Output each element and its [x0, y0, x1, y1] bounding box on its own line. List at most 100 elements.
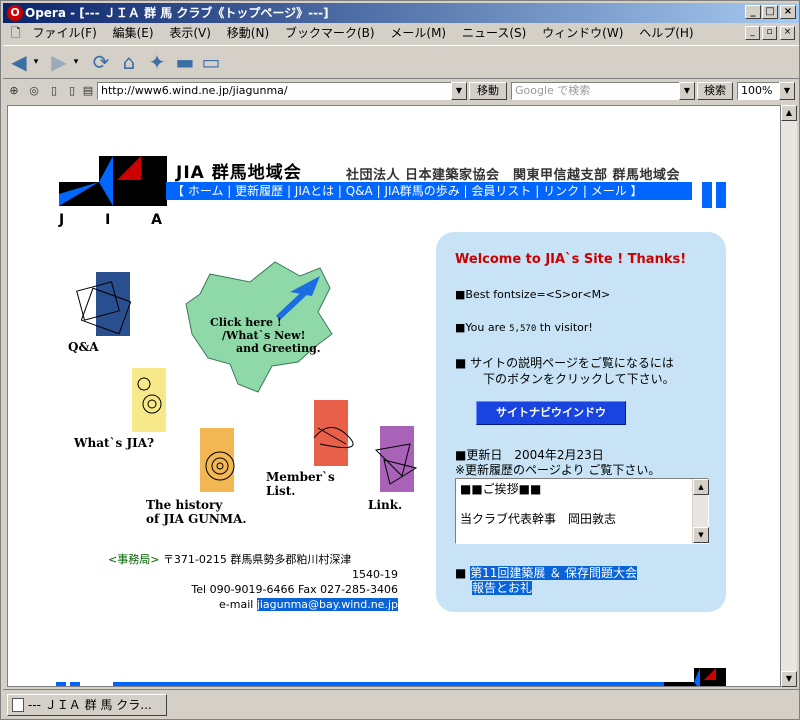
search-button[interactable]: 検索 — [697, 82, 733, 100]
member-label[interactable]: Member`s List. — [266, 470, 335, 498]
logo-text: J I A — [59, 212, 181, 228]
textarea-scrollbar[interactable]: ▲ ▼ — [692, 479, 709, 543]
email-label: e-mail — [219, 598, 254, 611]
page-viewport: J I A JIA 群馬地域会 社団法人 日本建築家協会 関東甲信越支部 群馬地… — [7, 105, 781, 687]
footer-stripe — [56, 682, 66, 686]
footer-logo — [664, 668, 726, 686]
nav-stripe — [716, 182, 726, 208]
footer-bar — [113, 682, 673, 686]
zoom-input[interactable]: 100% — [737, 82, 781, 100]
window-title: Opera - [--- ＪＩＡ 群 馬 クラブ《トップページ》---] — [25, 6, 329, 20]
menu-bookmarks[interactable]: ブックマーク(B) — [279, 23, 381, 43]
close-button[interactable]: × — [780, 5, 796, 19]
welcome-text: Welcome to JIA`s Site ! Thanks! — [455, 252, 687, 267]
go-button[interactable]: 移動 — [469, 82, 507, 100]
document-icon: 🗋 — [11, 26, 21, 40]
scroll-down-icon[interactable]: ▼ — [693, 527, 709, 543]
toolbar: ◀ ▾ ▶ ▾ ⟳ ⌂ ✦ ▬ ▭ — [3, 45, 799, 79]
qa-label[interactable]: Q&A — [68, 340, 99, 354]
forward-menu-icon[interactable]: ▾ — [71, 50, 81, 74]
maximize-button[interactable]: □ — [762, 5, 778, 19]
main-nav[interactable]: 【 ホーム | 更新履歴 | JIAとは | Q&A | JIA群馬の歩み | … — [166, 182, 692, 200]
url-dropdown[interactable]: ▼ — [451, 82, 467, 100]
url-input[interactable]: http://www6.wind.ne.jp/jiagunma/ — [97, 82, 467, 100]
zoom-dropdown[interactable]: ▼ — [779, 82, 795, 100]
visitor-counter: ■You are 5,570 th visitor! — [455, 321, 593, 334]
mdi-close-button[interactable]: × — [780, 26, 795, 40]
visitor-post: th visitor! — [536, 321, 593, 334]
guide-line: 下のボタンをクリックして下さい。 — [483, 372, 675, 386]
footer-stripe — [70, 682, 80, 686]
greeting-line: ■■ご挨拶■■ — [460, 482, 542, 496]
bookmark-icon[interactable]: ▯ — [65, 84, 79, 98]
office-address: 〒371-0215 群馬県勢多郡粕川村深津 — [162, 553, 352, 566]
news-link[interactable]: 第11回建築展 ＆ 保存問題大会 — [470, 566, 638, 580]
site-navi-button[interactable]: サイトナビウインドウ — [476, 401, 626, 425]
mdi-minimize-button[interactable]: _ — [745, 26, 760, 40]
page-info-icon[interactable]: ▤ — [81, 84, 95, 98]
links-link[interactable]: Link. — [366, 426, 426, 516]
email-link[interactable]: jiagunma@bay.wind.ne.jp — [256, 598, 398, 611]
menu-file[interactable]: ファイル(F) — [26, 23, 102, 43]
whatsjia-label[interactable]: What`s JIA? — [74, 436, 154, 450]
opera-icon: O — [7, 5, 23, 21]
history-label-line: The history — [146, 498, 223, 512]
menu-navigate[interactable]: 移動(N) — [221, 23, 275, 43]
menu-edit[interactable]: 編集(E) — [107, 23, 160, 43]
site-title: JIA 群馬地域会 — [176, 163, 302, 183]
news-item[interactable]: ■ 第11回建築展 ＆ 保存問題大会 報告とお礼 — [455, 566, 638, 596]
page-tab-icon — [12, 698, 24, 712]
qa-link[interactable]: Q&A — [68, 270, 138, 356]
save-icon[interactable]: ▭ — [199, 50, 223, 74]
page-tab-label: --- ＪＩＡ 群 馬 クラ... — [28, 698, 152, 712]
cookie-icon[interactable]: ◎ — [27, 84, 41, 98]
menu-mail[interactable]: メール(M) — [384, 23, 452, 43]
office-label: <事務局> — [108, 553, 160, 566]
scroll-down-icon[interactable]: ▼ — [781, 671, 797, 687]
page-scrollbar[interactable]: ▲ ▼ — [781, 105, 797, 687]
page-icon[interactable]: ▯ — [47, 84, 61, 98]
member-link[interactable]: Member`s List. — [266, 400, 356, 500]
map-caption-line: Click here ! — [210, 316, 282, 329]
hotlist-icon[interactable]: ✦ — [145, 50, 169, 74]
jia-logo[interactable]: J I A — [59, 154, 167, 232]
print-icon[interactable]: ▬ — [173, 50, 197, 74]
map-caption-line: and Greeting. — [236, 342, 321, 355]
search-input[interactable]: Google で検索 — [511, 82, 681, 100]
site-subtitle: 社団法人 日本建築家協会 関東甲信越支部 群馬地域会 — [346, 168, 681, 183]
links-label[interactable]: Link. — [368, 498, 402, 512]
security-icon[interactable]: ⊕ — [7, 84, 21, 98]
history-link[interactable]: The history of JIA GUNMA. — [144, 428, 254, 528]
menu-view[interactable]: 表示(V) — [163, 23, 217, 43]
scroll-up-icon[interactable]: ▲ — [693, 479, 709, 495]
updated-note: ※更新履歴のページより ご覧下さい。 — [455, 463, 661, 477]
mdi-restore-button[interactable]: ▫ — [762, 26, 777, 40]
main-nav-links[interactable]: 【 ホーム | 更新履歴 | JIAとは | Q&A | JIA群馬の歩み | … — [172, 184, 643, 198]
office-address-2: 1540-19 — [352, 568, 398, 581]
news-link[interactable]: 報告とお礼 — [472, 581, 533, 595]
minimize-button[interactable]: _ — [745, 5, 761, 19]
greeting-line: 当クラブ代表幹事 岡田敦志 — [460, 512, 617, 526]
home-icon[interactable]: ⌂ — [117, 50, 141, 74]
menu-news[interactable]: ニュース(S) — [456, 23, 532, 43]
address-bar: ⊕ ◎ ▯ ▯ ▤ http://www6.wind.ne.jp/jiagunm… — [3, 80, 799, 102]
greeting-textarea[interactable]: ■■ご挨拶■■ 当クラブ代表幹事 岡田敦志 ▲ ▼ — [455, 478, 709, 544]
member-label-line: Member`s — [266, 470, 335, 484]
page-tab[interactable]: --- ＪＩＡ 群 馬 クラ... — [7, 694, 167, 716]
menu-window[interactable]: ウィンドウ(W) — [536, 23, 629, 43]
scroll-up-icon[interactable]: ▲ — [781, 105, 797, 121]
status-bar: --- ＪＩＡ 群 馬 クラ... — [3, 689, 799, 719]
history-label[interactable]: The history of JIA GUNMA. — [146, 498, 247, 526]
title-bar: O Opera - [--- ＪＩＡ 群 馬 クラブ《トップページ》---] — [3, 3, 799, 23]
browser-window: O Opera - [--- ＪＩＡ 群 馬 クラブ《トップページ》---] _… — [0, 0, 800, 720]
visitor-count: 5,570 — [509, 324, 537, 334]
fontsize-note: ■Best fontsize=<S>or<M> — [455, 288, 611, 301]
forward-icon[interactable]: ▶ — [47, 50, 71, 74]
reload-icon[interactable]: ⟳ — [89, 50, 113, 74]
gunma-map[interactable]: Click here ! /What`s New! and Greeting. — [180, 254, 380, 404]
search-dropdown[interactable]: ▼ — [679, 82, 695, 100]
menu-help[interactable]: ヘルプ(H) — [633, 23, 699, 43]
map-caption: Click here ! /What`s New! and Greeting. — [210, 316, 321, 355]
back-icon[interactable]: ◀ — [7, 50, 31, 74]
back-menu-icon[interactable]: ▾ — [31, 50, 41, 74]
